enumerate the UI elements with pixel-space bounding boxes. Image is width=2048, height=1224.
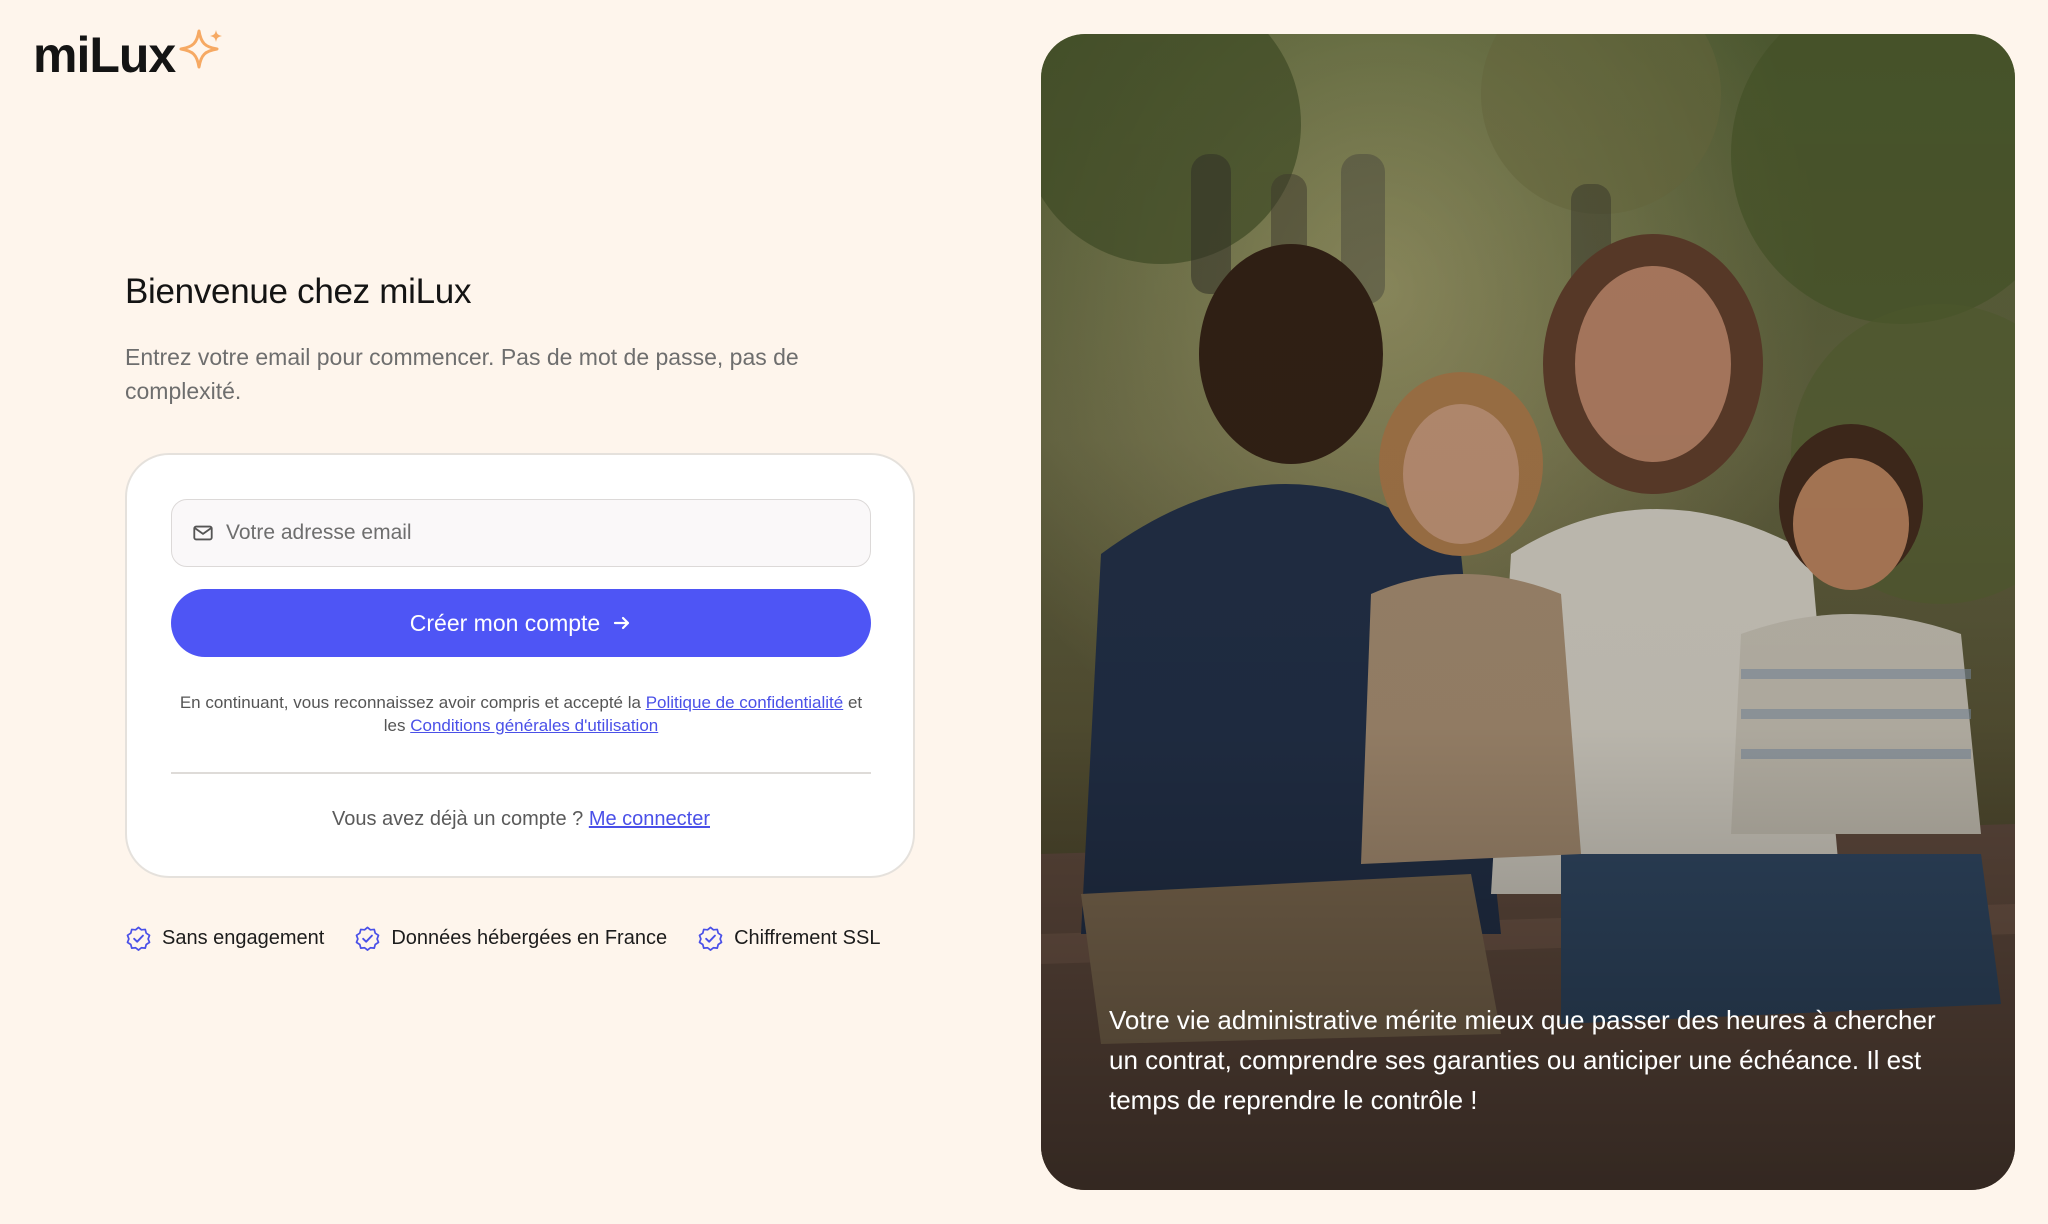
badge-label: Données hébergées en France [391,927,668,949]
badge-label: Sans engagement [162,927,325,949]
create-account-button[interactable]: Créer mon compte [171,589,871,657]
brand-name: miLux [33,27,176,83]
privacy-policy-link[interactable]: Politique de confidentialité [646,693,844,712]
page-subtitle: Entrez votre email pour commencer. Pas d… [125,344,799,404]
email-placeholder: Votre adresse email [226,521,412,544]
signup-page: miLux Bienvenue chez miLux Entrez votre … [0,0,2048,1224]
legal-prefix: En continuant, vous reconnaissez avoir c… [179,693,641,712]
terms-link[interactable]: Conditions générales d'utilisation [410,716,658,735]
mail-icon [193,525,213,541]
login-prompt: Vous avez déjà un compte ? Me connecter [171,808,871,831]
create-account-label: Créer mon compte [409,609,601,636]
badge-no-commitment: Sans engagement [125,925,324,952]
legal-notice: En continuant, vous reconnaissez avoir c… [171,691,871,737]
badge-ssl: Chiffrement SSL [697,925,880,952]
hero-photo-panel: Votre vie administrative mérite mieux qu… [1041,34,2015,1190]
badge-label: Chiffrement SSL [734,927,881,949]
divider [171,772,871,774]
signup-card: Votre adresse email Créer mon compte En … [125,453,915,878]
login-prompt-text: Vous avez déjà un compte ? [331,808,584,830]
sparkle-icon [179,29,223,69]
verified-badge-icon [355,926,380,951]
page-title: Bienvenue chez miLux [125,272,472,311]
trust-badges: Sans engagement Données hébergées en Fra… [125,925,910,952]
arrow-right-icon [614,616,630,630]
verified-badge-icon [126,926,151,951]
login-link[interactable]: Me connecter [589,808,710,830]
verified-badge-icon [698,926,723,951]
email-field[interactable]: Votre adresse email [171,499,871,567]
hero-caption: Votre vie administrative mérite mieux qu… [1109,1005,1936,1115]
badge-data-france: Données hébergées en France [354,925,667,952]
brand-logo[interactable]: miLux [33,27,225,83]
